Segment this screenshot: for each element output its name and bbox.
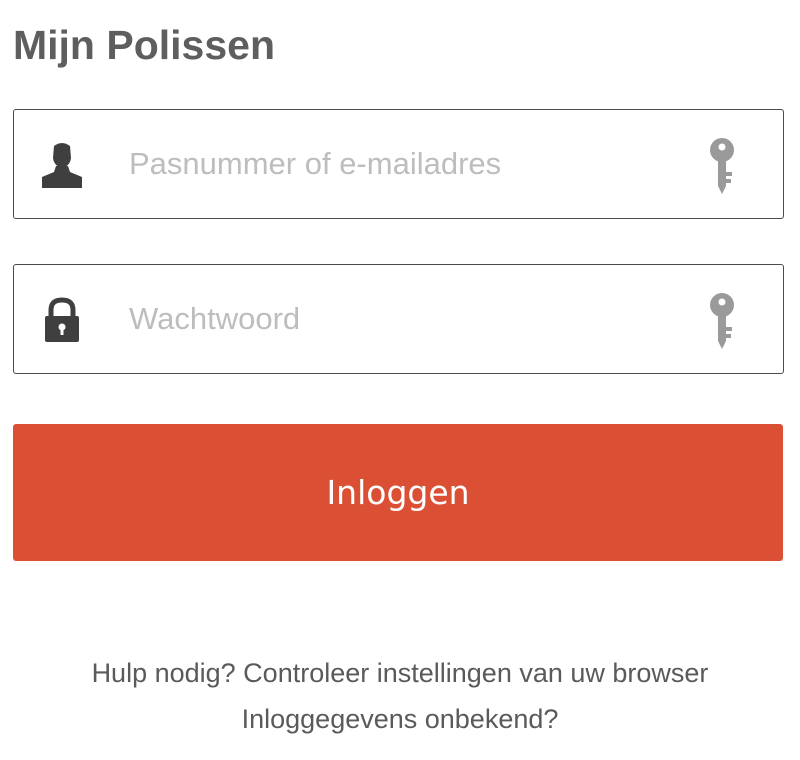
password-input[interactable] [129,293,669,345]
login-page: Mijn Polissen Pasnummer of e-mailadres I… [0,0,800,760]
key-icon[interactable] [707,293,737,349]
help-links: Hulp nodig? Controleer instellingen van … [0,650,800,742]
login-button[interactable]: Inloggen [13,424,783,561]
password-field[interactable] [13,264,784,374]
key-icon[interactable] [707,138,737,194]
browser-help-link[interactable]: Hulp nodig? Controleer instellingen van … [0,650,800,696]
page-title: Mijn Polissen [13,22,275,68]
user-icon [42,143,82,188]
lock-icon [45,297,79,342]
username-input[interactable] [129,138,669,190]
forgot-credentials-link[interactable]: Inloggegevens onbekend? [0,696,800,742]
username-field[interactable] [13,109,784,219]
